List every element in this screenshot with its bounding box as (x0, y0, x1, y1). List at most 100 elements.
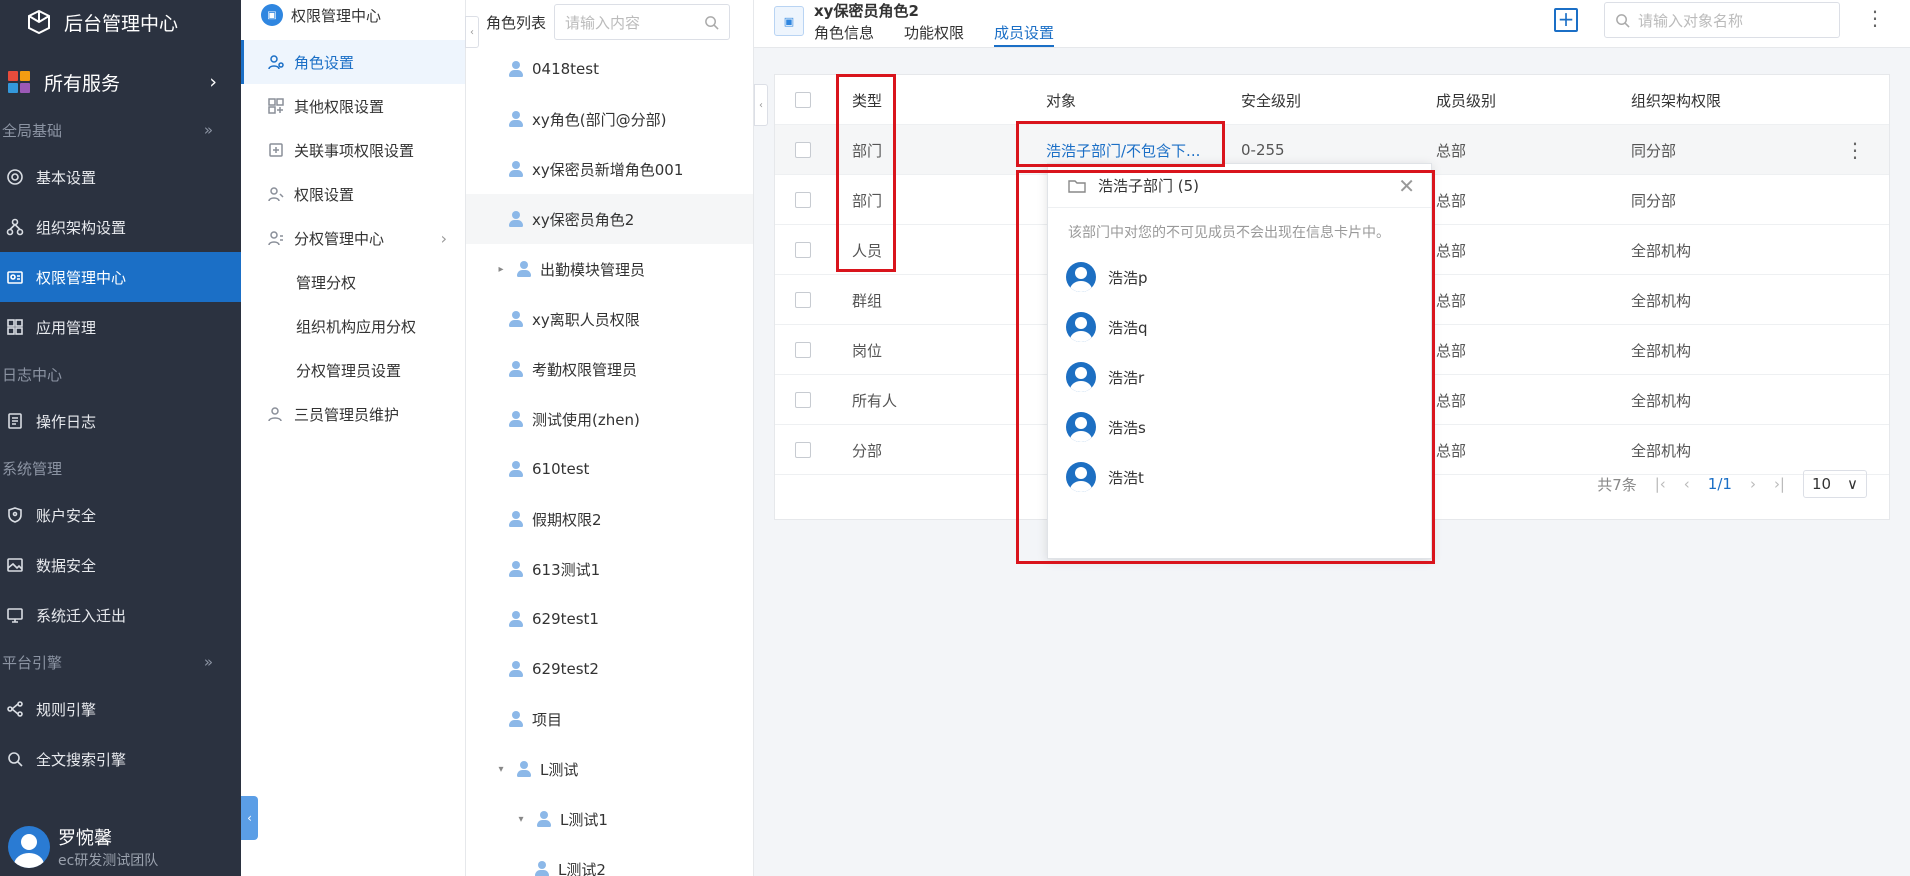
role-item[interactable]: 610test (466, 444, 753, 494)
main-collapse-toggle[interactable]: ‹ (754, 84, 768, 126)
add-member-button[interactable]: + (1554, 8, 1578, 32)
col-org-permission: 组织架构权限 (1631, 91, 1722, 110)
pagination: 共7条 |‹ ‹ 1/1 › ›| 10 ∨ (1597, 470, 1867, 498)
role-item-label: 测试使用(zhen) (532, 410, 640, 429)
tab-function-permissions[interactable]: 功能权限 (904, 22, 964, 47)
sidebar-item-org-settings[interactable]: 组织架构设置 (0, 202, 241, 252)
role-item[interactable]: 考勤权限管理员 (466, 344, 753, 394)
nav2-item-delegation-center[interactable]: 分权管理中心 › (241, 216, 465, 260)
sidebar-item-operation-log[interactable]: 操作日志 (0, 396, 241, 446)
double-chevron-icon: » (203, 121, 213, 139)
group-platform-engine[interactable]: 平台引擎 » (0, 640, 241, 684)
role-item-label: 0418test (532, 60, 599, 78)
role-item[interactable]: 613测试1 (466, 544, 753, 594)
select-all-checkbox[interactable] (795, 92, 811, 108)
role-item[interactable]: 项目 (466, 694, 753, 744)
col-security-level: 安全级别 (1241, 91, 1302, 110)
row-checkbox[interactable] (795, 242, 811, 258)
role-item-label: 610test (532, 460, 590, 478)
row-checkbox[interactable] (795, 342, 811, 358)
row-checkbox[interactable] (795, 292, 811, 308)
all-services-button[interactable]: 所有服务 › (0, 56, 241, 108)
nav2-subitem-org-app-delegation[interactable]: 组织机构应用分权 (241, 304, 465, 348)
sidebar-item-permission-center[interactable]: 权限管理中心 (0, 252, 241, 302)
user-share-icon (268, 231, 283, 246)
cell-member-level: 总部 (1436, 341, 1467, 360)
sidebar-item-label: 系统迁入迁出 (36, 606, 127, 625)
next-page-icon[interactable]: › (1750, 475, 1756, 493)
row-more-icon[interactable]: ⋮ (1845, 125, 1865, 175)
row-checkbox[interactable] (795, 142, 811, 158)
role-item[interactable]: L测试2 (466, 844, 753, 876)
link-doc-icon (269, 143, 283, 157)
nav2-item-role-settings[interactable]: 角色设置 (241, 40, 465, 84)
nav2-subitem-manage-delegation[interactable]: 管理分权 (241, 260, 465, 304)
last-page-icon[interactable]: ›| (1774, 475, 1785, 493)
col-object: 对象 (1046, 91, 1077, 110)
role-search-placeholder: 请输入内容 (565, 13, 641, 32)
role-panel-collapse[interactable]: ‹ (465, 16, 479, 48)
all-services-label: 所有服务 (44, 72, 121, 95)
role-user-icon (508, 461, 524, 477)
role-item[interactable]: xy保密员新增角色001 (466, 144, 753, 194)
nav2-subitem-delegation-admin[interactable]: 分权管理员设置 (241, 348, 465, 392)
prev-page-icon[interactable]: ‹ (1684, 475, 1690, 493)
first-page-icon[interactable]: |‹ (1655, 475, 1666, 493)
role-item[interactable]: 0418test (466, 44, 753, 94)
monitor-icon (7, 608, 23, 623)
cell-org-permission: 同分部 (1631, 191, 1677, 210)
nav2-item-related-permissions[interactable]: 关联事项权限设置 (241, 128, 465, 172)
brand[interactable]: 后台管理中心 (0, 0, 241, 44)
tree-toggle-icon[interactable]: ▸ (494, 264, 508, 275)
row-checkbox[interactable] (795, 442, 811, 458)
role-item[interactable]: ▾ L测试1 (466, 794, 753, 844)
role-item[interactable]: ▸ 出勤模块管理员 (466, 244, 753, 294)
role-item[interactable]: xy离职人员权限 (466, 294, 753, 344)
sidebar-item-data-security[interactable]: 数据安全 (0, 540, 241, 590)
role-item-label: xy角色(部门@分部) (532, 110, 667, 129)
permission-center-icon: ▣ (261, 4, 283, 26)
permission-nav: ▣ 权限管理中心 角色设置 其他权限设置 关联事项权限设置 权限设置 分权管理中… (241, 0, 466, 876)
sidebar-item-account-security[interactable]: 账户安全 (0, 490, 241, 540)
role-user-icon (508, 561, 524, 577)
sidebar-item-label: 数据安全 (36, 556, 97, 575)
role-item[interactable]: 629test1 (466, 594, 753, 644)
tab-member-settings[interactable]: 成员设置 (994, 22, 1055, 47)
role-item[interactable]: ▾ L测试 (466, 744, 753, 794)
nav2-item-three-admin[interactable]: 三员管理员维护 (241, 392, 465, 436)
tree-toggle-icon[interactable]: ▾ (514, 814, 528, 825)
role-item-label: xy离职人员权限 (532, 310, 640, 329)
nav2-item-other-permissions[interactable]: 其他权限设置 (241, 84, 465, 128)
sidebar-item-rule-engine[interactable]: 规则引擎 (0, 684, 241, 734)
role-item[interactable]: 假期权限2 (466, 494, 753, 544)
flow-icon (7, 701, 23, 717)
role-item[interactable]: 测试使用(zhen) (466, 394, 753, 444)
group-system-management: 系统管理 (0, 446, 241, 490)
sidebar-item-app-management[interactable]: 应用管理 (0, 302, 241, 352)
nav2-item-label: 角色设置 (294, 53, 355, 72)
role-search-input[interactable]: 请输入内容 (554, 4, 731, 40)
row-checkbox[interactable] (795, 392, 811, 408)
role-item[interactable]: 629test2 (466, 644, 753, 694)
page-title: xy保密员角色2 (814, 2, 919, 20)
more-menu-icon[interactable]: ⋮ (1865, 6, 1885, 30)
sidebar-item-basic-settings[interactable]: 基本设置 (0, 152, 241, 202)
tree-toggle-icon[interactable]: ▾ (494, 764, 508, 775)
nav2-item-permission-settings[interactable]: 权限设置 (241, 172, 465, 216)
role-icon: ▣ (774, 6, 804, 36)
search-icon (705, 15, 719, 30)
sidebar-item-label: 基本设置 (36, 168, 97, 187)
role-item[interactable]: xy保密员角色2 (466, 194, 753, 244)
role-item-label: L测试1 (560, 810, 608, 829)
current-user[interactable]: 罗惋馨 ec研发测试团队 (8, 824, 158, 870)
group-global-basic[interactable]: 全局基础 » (0, 108, 241, 152)
page-size-select[interactable]: 10 ∨ (1803, 470, 1867, 498)
sidebar-item-system-migration[interactable]: 系统迁入迁出 (0, 590, 241, 640)
tab-role-info[interactable]: 角色信息 (814, 22, 874, 47)
object-search-input[interactable]: 请输入对象名称 (1604, 2, 1840, 38)
row-checkbox[interactable] (795, 192, 811, 208)
sidebar-item-fulltext-search[interactable]: 全文搜索引擎 (0, 734, 241, 784)
cube-logo-icon (28, 9, 50, 35)
role-item[interactable]: xy角色(部门@分部) (466, 94, 753, 144)
sidebar-collapse-toggle[interactable]: ‹ (241, 796, 258, 840)
